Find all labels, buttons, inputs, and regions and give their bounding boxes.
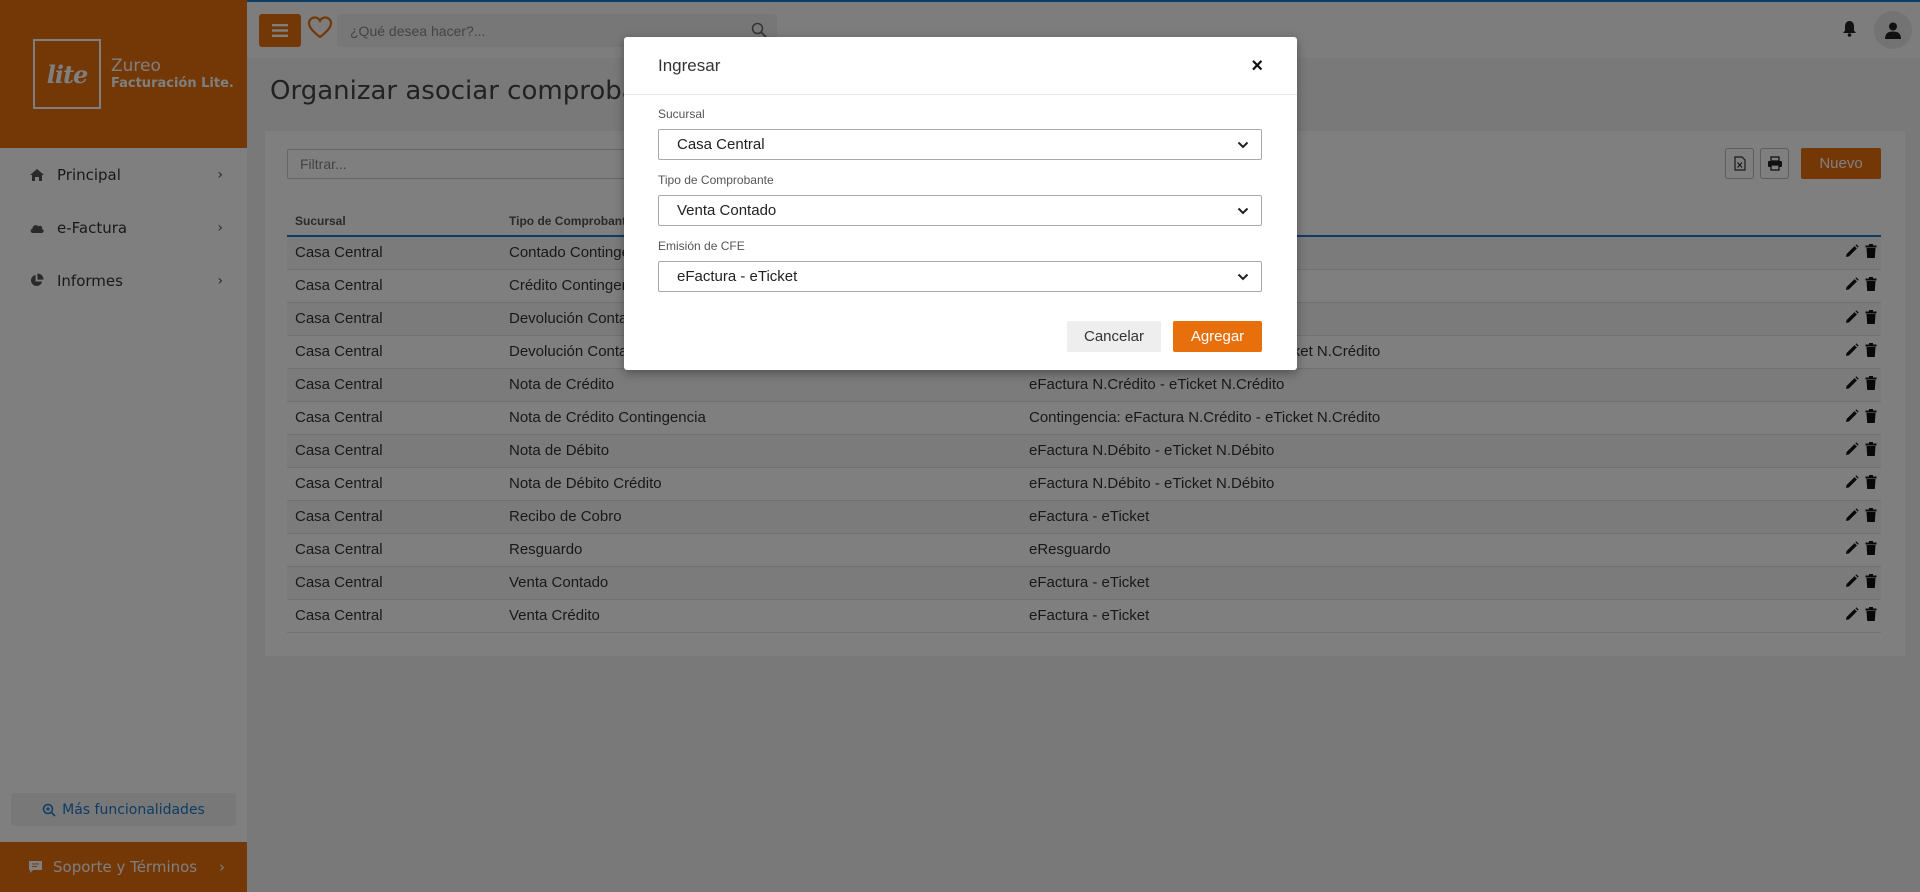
add-modal: Ingresar × Sucursal Casa Central Tipo de… — [624, 37, 1297, 370]
cancel-button[interactable]: Cancelar — [1067, 321, 1161, 352]
close-icon[interactable]: × — [1251, 56, 1263, 76]
modal-title: Ingresar — [658, 55, 721, 75]
chevron-down-icon — [1237, 141, 1249, 148]
sucursal-label: Sucursal — [658, 107, 705, 121]
sucursal-select[interactable]: Casa Central — [658, 129, 1262, 160]
tipo-select-value: Venta Contado — [677, 202, 777, 219]
tipo-select[interactable]: Venta Contado — [658, 195, 1262, 226]
add-button[interactable]: Agregar — [1173, 321, 1262, 352]
modal-header: Ingresar × — [624, 37, 1297, 95]
emision-label: Emisión de CFE — [658, 239, 745, 253]
chevron-down-icon — [1237, 207, 1249, 214]
tipo-label: Tipo de Comprobante — [658, 173, 774, 187]
chevron-down-icon — [1237, 273, 1249, 280]
sucursal-select-value: Casa Central — [677, 136, 765, 153]
emision-select[interactable]: eFactura - eTicket — [658, 261, 1262, 292]
emision-select-value: eFactura - eTicket — [677, 268, 798, 285]
